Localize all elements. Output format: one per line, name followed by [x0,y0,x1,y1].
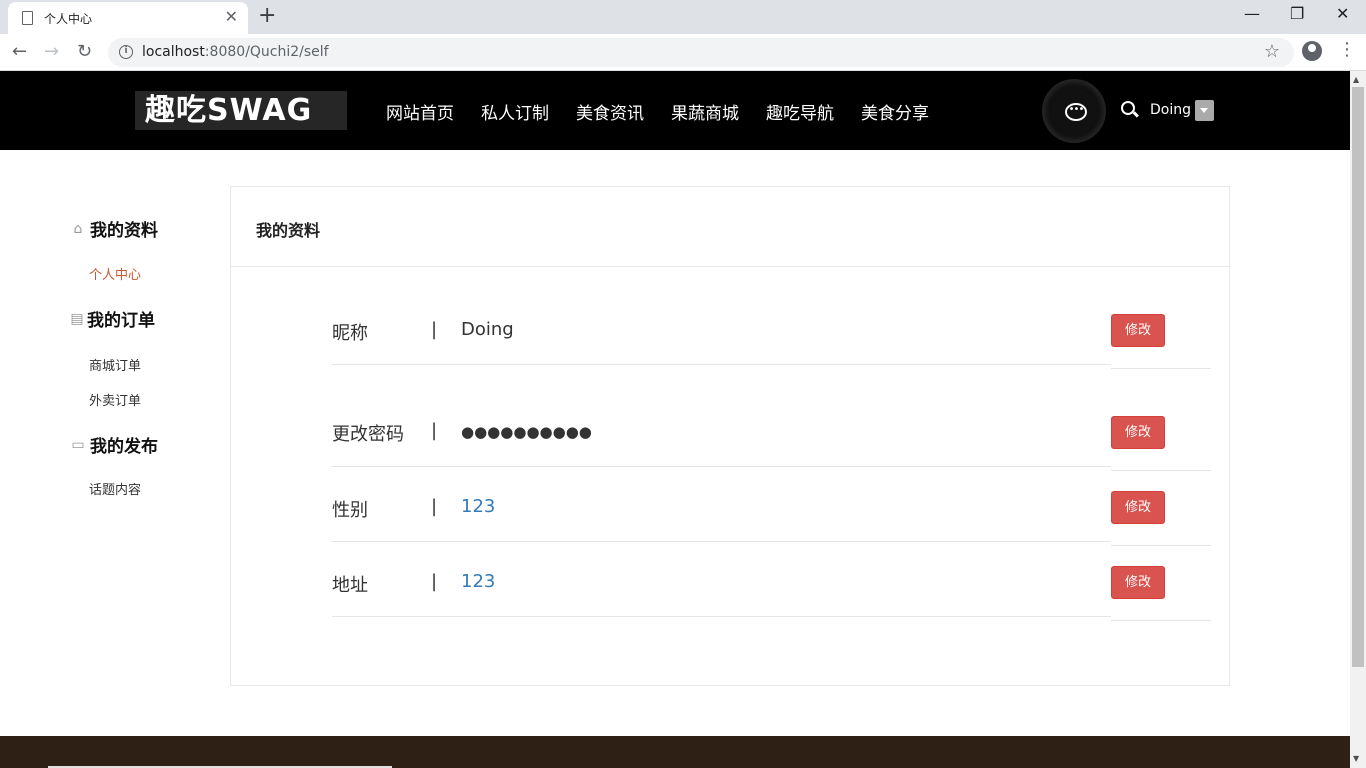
row-divider [332,541,1111,542]
back-icon[interactable]: ← [12,41,27,63]
browser-menu-icon[interactable]: ⋮ [1338,39,1356,61]
scroll-down-icon[interactable]: ▼ [1353,754,1359,763]
tab-close-icon[interactable]: ✕ [225,8,238,26]
url-host: localhost [142,44,205,60]
main-nav: 网站首页 私人订制 美食资讯 果蔬商城 趣吃导航 美食分享 [386,99,929,124]
scroll-up-icon[interactable]: ▲ [1353,75,1359,84]
url-text[interactable]: localhost:8080/Quchi2/self [142,44,329,60]
sidebar-item-topics[interactable]: 话题内容 [89,479,141,498]
edit-gender-button[interactable]: 修改 [1111,491,1165,524]
site-footer [0,736,1350,768]
tab-title: 个人中心 [44,12,93,26]
sidebar-group-orders: ▤ 我的订单 [70,306,155,332]
sidebar-item-delivery-orders[interactable]: 外卖订单 [89,390,141,409]
browser-tab[interactable]: 个人中心 ✕ [8,2,248,34]
home-icon: ⌂ [73,220,83,237]
browser-tabbar: 个人中心 ✕ + — ❐ ✕ [0,0,1366,34]
edit-nickname-button[interactable]: 修改 [1111,314,1165,347]
sidebar-heading: 我的发布 [90,437,158,457]
row-divider [332,364,1111,365]
username[interactable]: Doing [1150,102,1191,118]
profile-panel: 我的资料 昵称 | Doing 修改 更改密码 | ●●●●●●●●●● 修改 … [230,186,1230,686]
nav-custom[interactable]: 私人订制 [481,99,549,124]
sidebar-item-personal-center[interactable]: 个人中心 [89,264,141,283]
gender-label: 性别 [332,500,368,521]
browser-toolbar: ← → ↻ i localhost:8080/Quchi2/self ☆ ⋮ [0,34,1366,71]
url-path: :8080/Quchi2/self [204,44,329,60]
panel-header: 我的资料 [231,187,1229,267]
address-value[interactable]: 123 [461,571,495,592]
row-divider [1111,545,1211,546]
address-label: 地址 [332,575,368,596]
sidebar-heading: 我的订单 [87,311,155,331]
row-divider [332,616,1111,617]
document-icon: ▤ [70,310,84,327]
row-separator: | [431,319,438,340]
restore-icon[interactable]: ❐ [1290,4,1304,24]
page-viewport: 趣吃SWAG 网站首页 私人订制 美食资讯 果蔬商城 趣吃导航 美食分享 •••… [0,71,1350,768]
row-divider [1111,620,1211,621]
page-icon [22,11,33,25]
user-dropdown-caret-icon[interactable] [1195,100,1214,121]
scrollbar-thumb[interactable] [1352,87,1364,667]
password-label: 更改密码 [332,424,404,445]
comment-icon: ▭ [71,436,85,453]
chat-button[interactable]: ••• [1042,79,1106,143]
panel-title: 我的资料 [256,221,321,240]
edit-address-button[interactable]: 修改 [1111,566,1165,599]
nav-market[interactable]: 果蔬商城 [671,99,739,124]
page-scrollbar[interactable]: ▲ ▼ [1350,71,1366,768]
sidebar-group-profile: ⌂ 我的资料 [70,216,158,242]
bookmark-star-icon[interactable]: ☆ [1264,41,1280,62]
nickname-label: 昵称 [332,323,368,344]
row-divider [1111,470,1211,471]
profile-avatar-icon[interactable] [1302,41,1322,61]
nav-news[interactable]: 美食资讯 [576,99,644,124]
chat-bubble-icon: ••• [1065,103,1087,121]
row-separator: | [431,496,438,517]
gender-value[interactable]: 123 [461,496,495,517]
nav-guide[interactable]: 趣吃导航 [766,99,834,124]
minimize-icon[interactable]: — [1244,4,1260,24]
search-icon[interactable] [1121,101,1135,115]
info-icon[interactable]: i [119,45,133,59]
row-separator: | [431,420,438,441]
sidebar-item-mall-orders[interactable]: 商城订单 [89,355,141,374]
new-tab-icon[interactable]: + [258,4,276,28]
nav-share[interactable]: 美食分享 [861,99,929,124]
password-value: ●●●●●●●●●● [461,423,592,441]
row-divider [332,466,1111,467]
row-divider [1111,368,1211,369]
reload-icon[interactable]: ↻ [77,41,92,63]
edit-password-button[interactable]: 修改 [1111,416,1165,449]
address-bar[interactable]: i localhost:8080/Quchi2/self ☆ [108,38,1294,67]
sidebar-group-posts: ▭ 我的发布 [70,432,158,458]
row-separator: | [431,571,438,592]
window-close-icon[interactable]: ✕ [1336,4,1349,24]
sidebar-heading: 我的资料 [90,221,158,241]
site-header: 趣吃SWAG 网站首页 私人订制 美食资讯 果蔬商城 趣吃导航 美食分享 •••… [0,71,1350,150]
nav-home[interactable]: 网站首页 [386,99,454,124]
site-logo[interactable]: 趣吃SWAG [135,91,347,130]
forward-icon[interactable]: → [44,41,59,63]
nickname-value: Doing [461,319,514,340]
